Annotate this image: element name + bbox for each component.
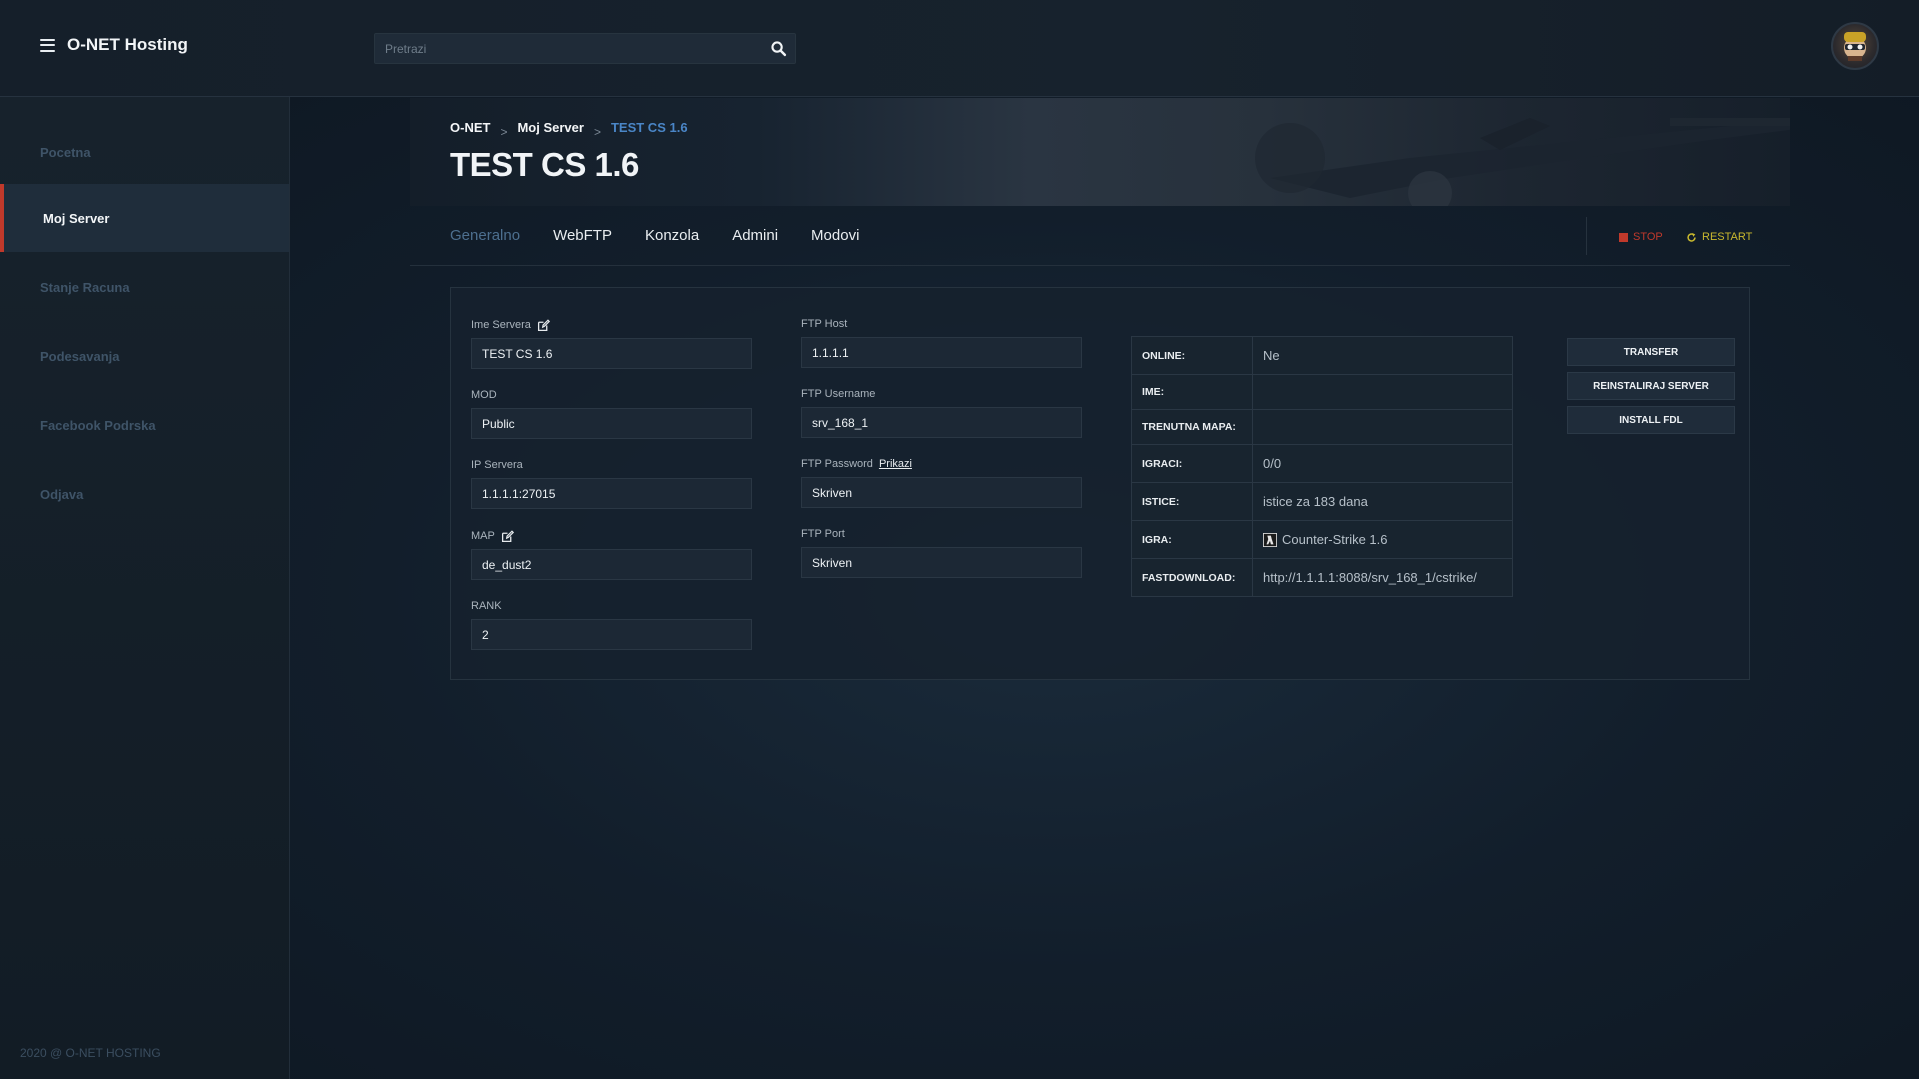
table-row: IGRA: Counter-Strike 1.6	[1132, 521, 1512, 559]
copyright: 2020 @ O-NET HOSTING	[20, 1046, 161, 1060]
ftp-host-value: 1.1.1.1	[801, 337, 1082, 368]
online-value: Ne	[1263, 348, 1280, 363]
page-title: TEST CS 1.6	[450, 146, 639, 183]
restart-icon	[1687, 232, 1696, 242]
players-value: 0/0	[1263, 456, 1282, 471]
sidebar: Pocetna Moj Server Stanje Racuna Podesav…	[0, 97, 290, 1079]
game-cell: Counter-Strike 1.6	[1253, 521, 1512, 558]
tab-modovi[interactable]: Modovi	[811, 227, 859, 244]
app-title[interactable]: O-NET Hosting	[67, 35, 188, 55]
ftp-port-field: FTP Port Skriven	[801, 527, 1082, 578]
table-row: ONLINE: Ne	[1132, 337, 1512, 375]
server-name-label: Ime Servera	[471, 319, 531, 331]
map-value: de_dust2	[471, 549, 752, 580]
sidebar-item-facebook-podrska[interactable]: Facebook Podrska	[0, 391, 289, 459]
ftp-port-label: FTP Port	[801, 528, 845, 540]
top-bar: O-NET Hosting	[0, 0, 1919, 97]
search-icon[interactable]	[770, 40, 787, 57]
server-name-value: TEST CS 1.6	[471, 338, 752, 369]
reinstall-server-button[interactable]: REINSTALIRAJ SERVER	[1567, 372, 1735, 400]
breadcrumb-current: TEST CS 1.6	[610, 120, 688, 135]
table-row: IME:	[1132, 375, 1512, 410]
breadcrumb-separator: >	[500, 124, 508, 139]
tab-generalno[interactable]: Generalno	[450, 227, 520, 244]
current-map-value	[1253, 410, 1512, 444]
mod-label: MOD	[471, 389, 497, 401]
server-name-field: Ime Servera TEST CS 1.6	[471, 318, 752, 369]
ftp-password-field: FTP Password Prikazi Skriven	[801, 457, 1082, 508]
sidebar-item-odjava[interactable]: Odjava	[0, 460, 289, 528]
game-value: Counter-Strike 1.6	[1282, 532, 1388, 547]
sidebar-item-podesavanja[interactable]: Podesavanja	[0, 322, 289, 390]
search-bar	[374, 33, 796, 64]
avatar[interactable]	[1831, 22, 1879, 70]
ftp-host-label: FTP Host	[801, 318, 848, 330]
install-fdl-button[interactable]: INSTALL FDL	[1567, 406, 1735, 434]
ftp-host-field: FTP Host 1.1.1.1	[801, 317, 1082, 368]
rank-field: RANK 2	[471, 599, 752, 650]
ime-key: IME:	[1132, 375, 1253, 409]
show-password-link[interactable]: Prikazi	[879, 458, 912, 470]
ime-value	[1253, 375, 1512, 409]
breadcrumb-o-net[interactable]: O-NET	[450, 120, 490, 135]
ftp-username-label: FTP Username	[801, 388, 876, 400]
map-label: MAP	[471, 530, 495, 542]
sidebar-item-pocetna[interactable]: Pocetna	[0, 118, 289, 186]
tab-konzola[interactable]: Konzola	[645, 227, 699, 244]
table-row: FASTDOWNLOAD: http://1.1.1.1:8088/srv_16…	[1132, 559, 1512, 596]
page-header: O-NET > Moj Server > TEST CS 1.6 TEST CS…	[410, 98, 1790, 206]
banner-background-image	[1255, 118, 1790, 206]
avatar-image	[1844, 32, 1866, 61]
server-status-table: ONLINE: Ne IME: TRENUTNA MAPA: IGRACI: 0…	[1131, 336, 1513, 597]
restart-label: RESTART	[1702, 231, 1753, 243]
online-key: ONLINE:	[1132, 337, 1253, 374]
breadcrumb-separator: >	[593, 124, 601, 139]
tabs: Generalno WebFTP Konzola Admini Modovi	[450, 227, 859, 244]
brand: O-NET Hosting	[40, 35, 188, 55]
edit-icon[interactable]	[537, 318, 550, 332]
actions-divider	[1586, 217, 1587, 255]
ftp-username-field: FTP Username srv_168_1	[801, 387, 1082, 438]
game-icon	[1263, 532, 1277, 547]
stop-button[interactable]: STOP	[1619, 231, 1663, 243]
ftp-password-label: FTP Password	[801, 458, 873, 470]
tab-webftp[interactable]: WebFTP	[553, 227, 612, 244]
sidebar-item-moj-server[interactable]: Moj Server	[0, 184, 289, 252]
server-info-panel: Ime Servera TEST CS 1.6 MOD Public IP Se…	[450, 287, 1750, 680]
current-map-key: TRENUTNA MAPA:	[1132, 410, 1253, 444]
expires-key: ISTICE:	[1132, 483, 1253, 520]
ftp-password-value: Skriven	[801, 477, 1082, 508]
expires-value: istice za 183 dana	[1263, 494, 1368, 509]
map-field: MAP de_dust2	[471, 529, 752, 580]
restart-button[interactable]: RESTART	[1686, 231, 1752, 243]
ftp-username-value: srv_168_1	[801, 407, 1082, 438]
table-row: IGRACI: 0/0	[1132, 445, 1512, 483]
rank-value: 2	[471, 619, 752, 650]
sidebar-item-stanje-racuna[interactable]: Stanje Racuna	[0, 253, 289, 321]
stop-icon	[1619, 232, 1628, 242]
transfer-button[interactable]: TRANSFER	[1567, 338, 1735, 366]
search-input[interactable]	[375, 34, 745, 63]
mod-field: MOD Public	[471, 388, 752, 439]
ip-value: 1.1.1.1:27015	[471, 478, 752, 509]
ip-label: IP Servera	[471, 459, 523, 471]
ip-field: IP Servera 1.1.1.1:27015	[471, 458, 752, 509]
fastdownload-key: FASTDOWNLOAD:	[1132, 559, 1253, 596]
players-key: IGRACI:	[1132, 445, 1253, 482]
rank-label: RANK	[471, 600, 502, 612]
tabs-bar: Generalno WebFTP Konzola Admini Modovi S…	[410, 207, 1790, 266]
breadcrumb: O-NET > Moj Server > TEST CS 1.6	[450, 120, 688, 139]
table-row: ISTICE: istice za 183 dana	[1132, 483, 1512, 521]
ftp-port-value: Skriven	[801, 547, 1082, 578]
menu-icon[interactable]	[40, 38, 55, 52]
edit-icon[interactable]	[501, 529, 514, 543]
mod-value: Public	[471, 408, 752, 439]
breadcrumb-moj-server[interactable]: Moj Server	[517, 120, 583, 135]
table-row: TRENUTNA MAPA:	[1132, 410, 1512, 445]
stop-label: STOP	[1633, 231, 1663, 243]
tab-admini[interactable]: Admini	[732, 227, 778, 244]
fastdownload-value: http://1.1.1.1:8088/srv_168_1/cstrike/	[1263, 570, 1477, 585]
game-key: IGRA:	[1132, 521, 1253, 558]
